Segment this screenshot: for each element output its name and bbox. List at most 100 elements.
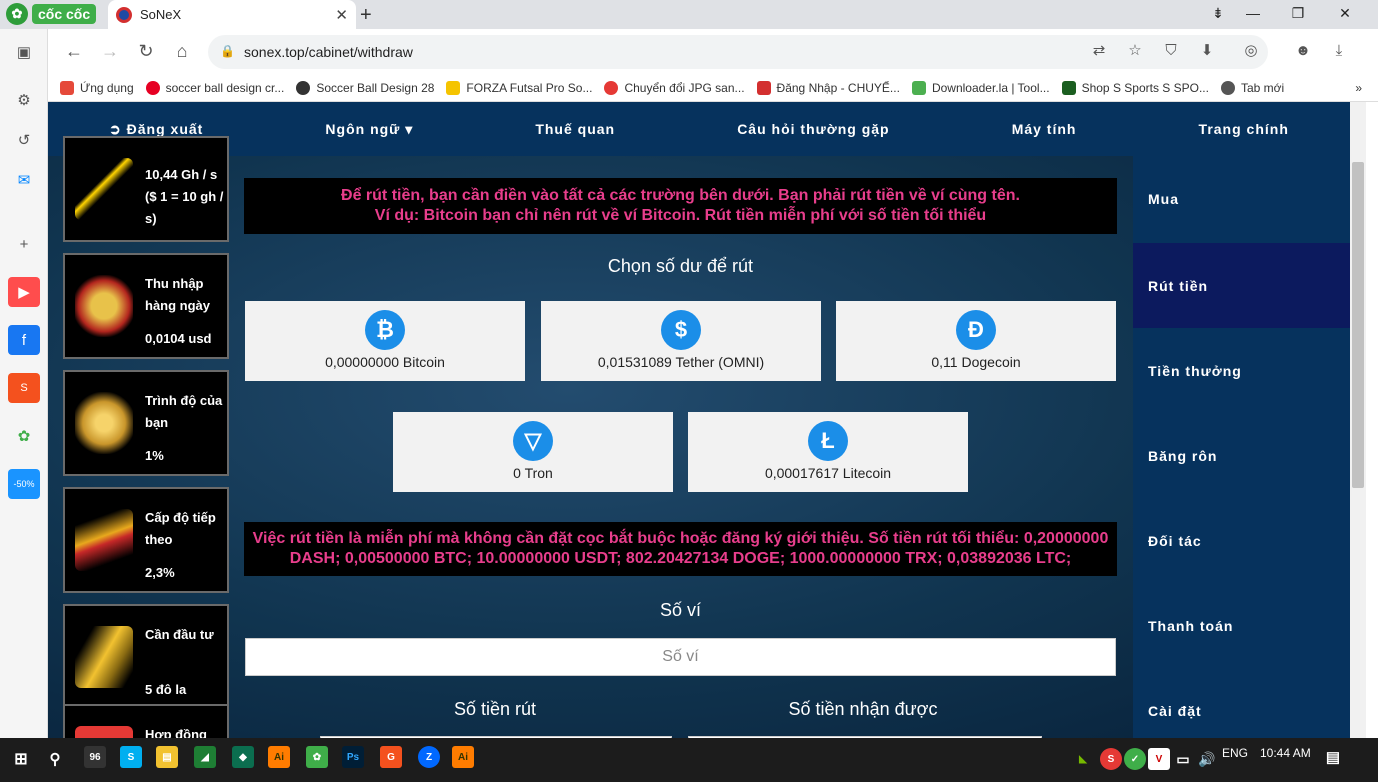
illustrator-icon[interactable]: Ai: [268, 746, 290, 768]
bookmark-item[interactable]: Chuyển đổi JPG san...: [604, 80, 745, 95]
file-explorer-icon[interactable]: ▤: [156, 746, 178, 768]
youtube-icon[interactable]: ▶: [8, 277, 40, 307]
add-app-icon[interactable]: +: [8, 229, 40, 259]
page-content: 10,44 Gh / s ($ 1 = 10 gh / s) Thu nhập …: [48, 136, 1350, 738]
stat-label: Cấp độ tiếp theo: [145, 510, 216, 547]
forward-button[interactable]: →: [98, 41, 122, 62]
growth-chart-icon: [75, 509, 133, 571]
sidebar-item-partners[interactable]: Đối tác: [1133, 498, 1350, 583]
tray-check-icon[interactable]: ✓: [1124, 748, 1146, 770]
shopee-icon[interactable]: S: [8, 373, 40, 403]
nav-tariffs[interactable]: Thuế quan: [535, 121, 615, 137]
sidebar-item-settings[interactable]: Cài đặt: [1133, 668, 1350, 738]
nav-faq[interactable]: Câu hỏi thường gặp: [737, 121, 889, 137]
coin-card-dogecoin[interactable]: Ð 0,11 Dogecoin: [836, 301, 1116, 381]
home-button[interactable]: ⌂: [170, 41, 194, 62]
translate-icon[interactable]: ⇄: [1088, 40, 1110, 62]
sidebar-item-buy[interactable]: Mua: [1133, 156, 1350, 241]
photoshop-icon[interactable]: Ps: [342, 746, 364, 768]
bookmark-item[interactable]: Shop S Sports S SPO...: [1061, 80, 1209, 95]
notifications-icon[interactable]: ▤: [1322, 746, 1344, 768]
nav-calculator[interactable]: Máy tính: [1012, 121, 1077, 137]
stat-label: 10,44 Gh / s ($ 1 = 10 gh / s): [145, 167, 224, 226]
sidebar-item-payments[interactable]: Thanh toán: [1133, 583, 1350, 668]
coin-card-bitcoin[interactable]: ₿ 0,00000000 Bitcoin: [245, 301, 525, 381]
clock[interactable]: 10:44 AM: [1260, 746, 1311, 760]
bookmark-label: Đăng Nhập - CHUYỂ...: [776, 80, 900, 95]
shield-icon[interactable]: ⛉: [1160, 40, 1182, 62]
sidebar-item-banners[interactable]: Băng rôn: [1133, 413, 1350, 498]
close-tab-icon[interactable]: ✕: [335, 6, 348, 24]
bookmarks-bar: Ứng dụng soccer ball design cr... Soccer…: [48, 74, 1378, 102]
more-bookmarks-icon[interactable]: »: [1355, 81, 1362, 95]
windows-start-icon[interactable]: ⊞: [10, 748, 32, 770]
coin-card-litecoin[interactable]: Ł 0,00017617 Litecoin: [688, 412, 968, 492]
minimize-button[interactable]: —: [1238, 5, 1268, 21]
nav-home[interactable]: Trang chính: [1199, 121, 1289, 137]
coin-balance: 0,11 Dogecoin: [931, 354, 1021, 370]
receive-amount-heading: Số tiền nhận được: [788, 699, 938, 719]
nav-language[interactable]: Ngôn ngữ ▾: [325, 121, 413, 138]
back-button[interactable]: ←: [62, 41, 86, 62]
bookmark-star-icon[interactable]: ☆: [1124, 40, 1146, 62]
skype-icon[interactable]: S: [120, 746, 142, 768]
stat-card-contract: Hợp đồng: [63, 704, 229, 738]
coin-card-tron[interactable]: ▽ 0 Tron: [393, 412, 673, 492]
coccoc-taskbar-icon[interactable]: ✿: [306, 746, 328, 768]
page-scrollbar[interactable]: [1350, 102, 1366, 738]
tray-v-icon[interactable]: V: [1148, 748, 1170, 770]
messenger-icon[interactable]: ✉: [8, 165, 40, 195]
coccoc-logo[interactable]: ✿ cốc cốc: [6, 3, 97, 25]
scrollbar-thumb[interactable]: [1352, 162, 1364, 488]
active-tab[interactable]: SoNeX ✕: [108, 0, 356, 29]
close-window-button[interactable]: ✕: [1330, 5, 1360, 22]
zalo-icon[interactable]: Z: [418, 746, 440, 768]
bookmark-item[interactable]: soccer ball design cr...: [145, 80, 284, 95]
stat-card-daily-income: Thu nhập hàng ngày 0,0104 usd: [63, 253, 229, 359]
excel-icon[interactable]: ◢: [194, 746, 216, 768]
history-icon[interactable]: ↺: [8, 125, 40, 155]
coccoc-green-icon[interactable]: ✿: [8, 421, 40, 451]
tray-app-icon[interactable]: S: [1100, 748, 1122, 770]
app-icon[interactable]: G: [380, 746, 402, 768]
tiki-icon[interactable]: -50%: [8, 469, 40, 499]
app-icon[interactable]: 96: [84, 746, 106, 768]
notice-line: Việc rút tiền là miễn phí mà không cần đ…: [252, 530, 1109, 547]
bookmark-item[interactable]: Ứng dụng: [60, 80, 134, 95]
forza-icon: [446, 80, 461, 95]
bookmark-item[interactable]: FORZA Futsal Pro So...: [446, 80, 592, 95]
extension-icon[interactable]: ◎: [1240, 40, 1262, 62]
wallet-number-input[interactable]: Số ví: [245, 638, 1116, 676]
volume-icon[interactable]: 🔊: [1196, 748, 1218, 770]
bookmark-item[interactable]: Đăng Nhập - CHUYỂ...: [756, 80, 900, 95]
dogecoin-icon: Ð: [956, 310, 996, 350]
illustrator-icon[interactable]: Ai: [452, 746, 474, 768]
search-icon[interactable]: ⚲: [44, 748, 66, 770]
tab-search-icon[interactable]: ⇟: [1203, 5, 1233, 22]
bookmark-item[interactable]: Tab mới: [1220, 80, 1284, 95]
restore-button[interactable]: ❐: [1283, 5, 1313, 22]
url-text[interactable]: sonex.top/cabinet/withdraw: [244, 44, 413, 60]
facebook-icon[interactable]: f: [8, 325, 40, 355]
downloads-menu-icon[interactable]: ⤓: [1328, 40, 1350, 62]
app-icon[interactable]: ◆: [232, 746, 254, 768]
sidebar-item-withdraw[interactable]: Rút tiền: [1133, 243, 1350, 328]
bookmark-item[interactable]: Downloader.la | Tool...: [911, 80, 1050, 95]
nvidia-icon[interactable]: ◣: [1072, 748, 1094, 770]
settings-gear-icon[interactable]: ⚙: [8, 85, 40, 115]
reload-button[interactable]: ↻: [134, 41, 158, 62]
language-indicator[interactable]: ENG: [1222, 746, 1248, 760]
bookmark-item[interactable]: Soccer Ball Design 28: [296, 80, 434, 95]
bookmark-label: Downloader.la | Tool...: [931, 80, 1050, 95]
dino-icon: [911, 80, 926, 95]
profile-icon[interactable]: ☻: [1292, 40, 1314, 62]
nav-logout[interactable]: ➲ Đăng xuất: [109, 121, 203, 138]
sidebar-item-bonus[interactable]: Tiền thưởng: [1133, 328, 1350, 413]
sidebar-toggle-icon[interactable]: ▣: [8, 37, 40, 67]
download-icon[interactable]: ⬇: [1196, 40, 1218, 62]
coin-card-tether[interactable]: $ 0,01531089 Tether (OMNI): [541, 301, 821, 381]
pinterest-icon: [145, 80, 160, 95]
convert-icon: [604, 80, 619, 95]
network-icon[interactable]: ▭: [1172, 748, 1194, 770]
new-tab-button[interactable]: +: [360, 4, 372, 27]
